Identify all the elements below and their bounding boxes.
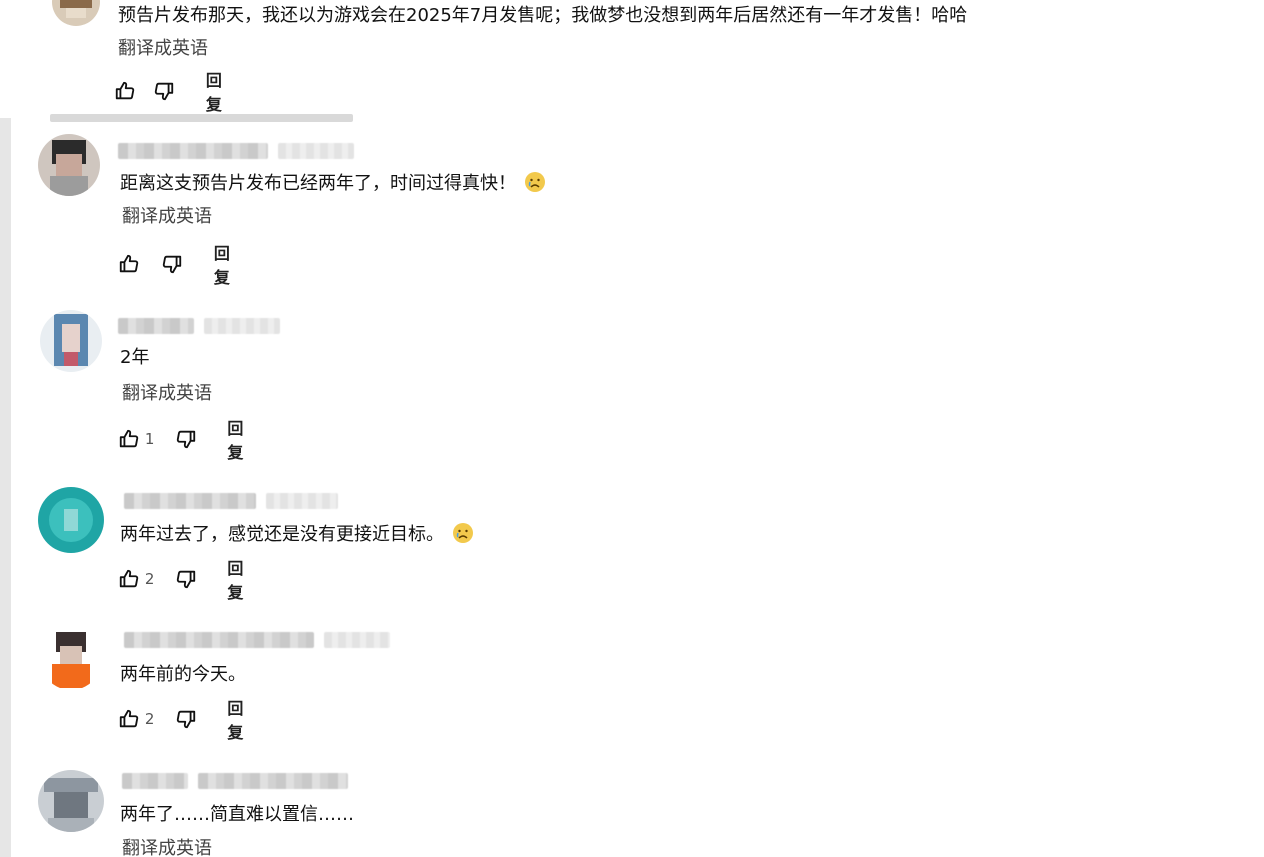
reply-button[interactable]: 回复	[227, 555, 253, 603]
reply-button[interactable]: 回复	[206, 67, 232, 115]
translate-link[interactable]: 翻译成英语	[122, 837, 212, 857]
like-icon[interactable]	[118, 565, 141, 593]
author-name[interactable]	[118, 318, 280, 334]
comment-text: 距离这支预告片发布已经两年了，时间过得真快！	[120, 173, 516, 194]
comment-text: 两年了……简直难以置信……	[120, 804, 354, 825]
crying-face-icon	[452, 522, 474, 544]
reply-button[interactable]: 回复	[227, 695, 253, 743]
like-count: 2	[144, 710, 155, 728]
avatar	[38, 487, 104, 553]
like-icon[interactable]	[118, 425, 141, 453]
author-name[interactable]	[118, 143, 354, 159]
like-icon[interactable]	[114, 77, 137, 105]
dislike-icon[interactable]	[174, 425, 197, 453]
comment-actions: 回复	[118, 244, 240, 287]
translate-link[interactable]: 翻译成英语	[118, 37, 208, 61]
comment-text: 2年	[120, 347, 150, 368]
reply-button[interactable]: 回复	[227, 415, 253, 463]
comment-text-row: 距离这支预告片发布已经两年了，时间过得真快！	[120, 171, 546, 197]
reply-button[interactable]: 回复	[214, 240, 240, 288]
comment-actions: 回复	[114, 71, 232, 114]
reply-thread-line	[0, 118, 11, 857]
like-icon[interactable]	[118, 705, 141, 733]
author-name[interactable]	[124, 632, 390, 648]
avatar	[38, 770, 104, 832]
avatar	[52, 0, 100, 26]
comment-text-row: 两年过去了，感觉还是没有更接近目标。	[120, 522, 474, 548]
comment-text: 两年过去了，感觉还是没有更接近目标。	[120, 524, 444, 545]
dislike-icon[interactable]	[174, 565, 197, 593]
author-name[interactable]	[124, 493, 338, 509]
translate-link[interactable]: 翻译成英语	[122, 205, 212, 229]
avatar	[38, 134, 100, 196]
comment-actions: 2 回复	[118, 559, 254, 602]
like-icon[interactable]	[118, 250, 141, 278]
comments-page: 预告片发布那天，我还以为游戏会在2025年7月发售呢；我做梦也没想到两年后居然还…	[0, 0, 1264, 857]
dislike-icon[interactable]	[161, 250, 184, 278]
crying-face-icon	[524, 171, 546, 193]
like-count: 2	[144, 570, 155, 588]
author-name[interactable]	[122, 773, 348, 789]
like-count: 1	[144, 430, 155, 448]
replies-divider	[50, 114, 353, 122]
avatar	[40, 310, 102, 372]
translate-link[interactable]: 翻译成英语	[122, 382, 212, 406]
dislike-icon[interactable]	[153, 77, 176, 105]
comment-actions: 2 回复	[118, 699, 254, 742]
comment-actions: 1 回复	[118, 419, 254, 462]
comment-text: 两年前的今天。	[120, 664, 246, 685]
dislike-icon[interactable]	[174, 705, 197, 733]
comment-text: 预告片发布那天，我还以为游戏会在2025年7月发售呢；我做梦也没想到两年后居然还…	[118, 5, 968, 26]
avatar	[40, 628, 102, 690]
